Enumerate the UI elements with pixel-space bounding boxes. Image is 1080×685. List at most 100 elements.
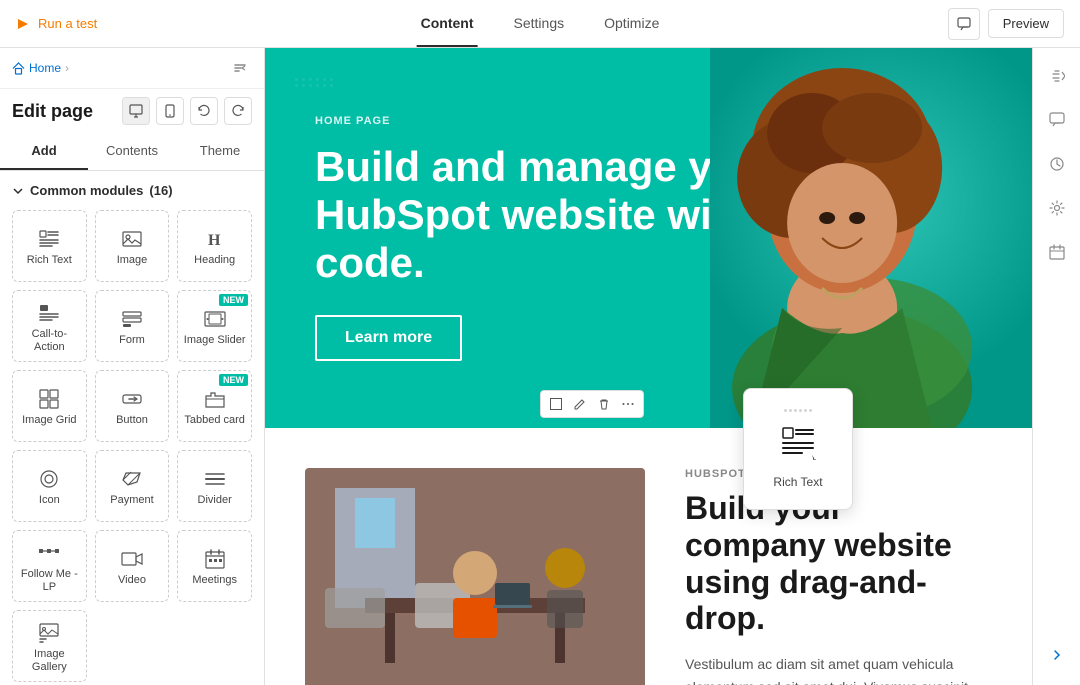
preview-button[interactable]: Preview <box>988 9 1064 38</box>
nav-tabs: Content Settings Optimize <box>417 1 664 47</box>
module-cta-label: Call-to-Action <box>17 328 82 354</box>
redo-button[interactable] <box>224 97 252 125</box>
content-section: HUBSPOT CMS Build your company website u… <box>265 428 1032 685</box>
new-badge-slider: NEW <box>219 294 248 306</box>
comment-button[interactable] <box>948 8 980 40</box>
breadcrumb-home[interactable]: Home <box>29 61 61 75</box>
content-body-1: Vestibulum ac diam sit amet quam vehicul… <box>685 653 992 685</box>
module-image-gallery[interactable]: Image Gallery <box>12 610 87 682</box>
module-follow[interactable]: Follow Me - LP <box>12 530 87 602</box>
undo-icon <box>197 104 211 118</box>
module-form[interactable]: Form <box>95 290 170 362</box>
module-icon[interactable]: Icon <box>12 450 87 522</box>
hero-button[interactable]: Learn more <box>315 315 462 361</box>
sidebar-tab-add[interactable]: Add <box>0 133 88 170</box>
richtext-svg <box>38 228 60 250</box>
slider-svg <box>204 308 226 330</box>
drag-card[interactable]: Rich Text <box>743 388 853 510</box>
modules-header[interactable]: Common modules (16) <box>12 183 252 198</box>
toolbar-more-button[interactable] <box>617 393 639 415</box>
gallery-svg <box>38 622 60 644</box>
image-icon <box>121 228 143 250</box>
edit-page-icons <box>122 97 252 125</box>
canvas-area: HOME PAGE Build and manage your HubSpot … <box>265 48 1032 685</box>
button-svg <box>121 388 143 410</box>
right-expand-button[interactable] <box>1042 640 1072 673</box>
edit-page-title: Edit page <box>12 101 93 122</box>
module-icon-label: Icon <box>39 494 60 507</box>
settings-icon <box>1049 200 1065 216</box>
tab-settings[interactable]: Settings <box>510 1 569 47</box>
chevron-down-icon <box>12 185 24 197</box>
module-tabbed-card[interactable]: NEW Tabbed card <box>177 370 252 442</box>
hero-section[interactable]: HOME PAGE Build and manage your HubSpot … <box>265 48 1032 428</box>
toolbar-delete-button[interactable] <box>593 393 615 415</box>
pencil-icon <box>574 398 586 410</box>
modules-section: Common modules (16) <box>0 171 264 685</box>
section-toolbar <box>540 390 644 418</box>
right-revisions-button[interactable] <box>1041 148 1073 180</box>
module-image[interactable]: Image <box>95 210 170 282</box>
resize-icon <box>550 398 562 410</box>
trash-icon <box>598 398 610 410</box>
sidebar-tab-theme[interactable]: Theme <box>176 133 264 170</box>
comment-icon <box>957 17 971 31</box>
module-heading[interactable]: H Heading <box>177 210 252 282</box>
mobile-view-button[interactable] <box>156 97 184 125</box>
module-image-grid[interactable]: Image Grid <box>12 370 87 442</box>
module-meetings[interactable]: Meetings <box>177 530 252 602</box>
gallery-icon <box>38 622 60 644</box>
breadcrumb-separator: › <box>65 61 69 75</box>
form-icon <box>121 308 143 330</box>
meetings-svg <box>204 548 226 570</box>
module-divider-label: Divider <box>198 494 232 507</box>
button-icon <box>121 388 143 410</box>
hero-person-image <box>710 48 1032 428</box>
right-collapse-button[interactable] <box>1041 60 1073 92</box>
sidebar-tab-contents[interactable]: Contents <box>88 133 176 170</box>
icon-svg <box>38 468 60 490</box>
module-heading-label: Heading <box>194 254 235 267</box>
heading-icon: H <box>204 228 226 250</box>
desktop-view-button[interactable] <box>122 97 150 125</box>
collapse-sidebar-button[interactable] <box>228 56 252 80</box>
cta-icon <box>38 302 60 324</box>
module-rich-text[interactable]: Rich Text <box>12 210 87 282</box>
revisions-icon <box>1049 156 1065 172</box>
drag-dots <box>784 409 812 412</box>
module-cta[interactable]: Call-to-Action <box>12 290 87 362</box>
module-payment[interactable]: Payment <box>95 450 170 522</box>
undo-button[interactable] <box>190 97 218 125</box>
tabbed-icon <box>204 388 226 410</box>
content-image <box>305 468 645 685</box>
drag-card-label: Rich Text <box>773 475 822 489</box>
module-image-label: Image <box>117 254 148 267</box>
image-svg <box>121 228 143 250</box>
module-image-slider[interactable]: NEW Image Slider <box>177 290 252 362</box>
divider-svg <box>204 468 226 490</box>
form-svg <box>121 308 143 330</box>
modules-label: Common modules <box>30 183 143 198</box>
module-tabbed-label: Tabbed card <box>184 414 245 427</box>
module-button[interactable]: Button <box>95 370 170 442</box>
module-follow-label: Follow Me - LP <box>17 568 82 594</box>
svg-text:H: H <box>208 232 221 249</box>
top-nav: Run a test Content Settings Optimize Pre… <box>0 0 1080 48</box>
tab-optimize[interactable]: Optimize <box>600 1 663 47</box>
run-test-button[interactable]: Run a test <box>16 16 97 31</box>
module-video[interactable]: Video <box>95 530 170 602</box>
module-meetings-label: Meetings <box>192 574 237 587</box>
modules-grid: Rich Text Image <box>12 210 252 682</box>
right-calendar-button[interactable] <box>1041 236 1073 268</box>
top-nav-right: Preview <box>948 8 1064 40</box>
right-comment-button[interactable] <box>1041 104 1073 136</box>
tab-content[interactable]: Content <box>417 1 478 47</box>
right-settings-button[interactable] <box>1041 192 1073 224</box>
payment-svg <box>121 468 143 490</box>
module-divider[interactable]: Divider <box>177 450 252 522</box>
toolbar-resize-button[interactable] <box>545 393 567 415</box>
left-sidebar: Home › Edit page <box>0 48 265 685</box>
rich-text-icon <box>38 228 60 250</box>
right-collapse-icon <box>1049 68 1065 84</box>
toolbar-edit-button[interactable] <box>569 393 591 415</box>
